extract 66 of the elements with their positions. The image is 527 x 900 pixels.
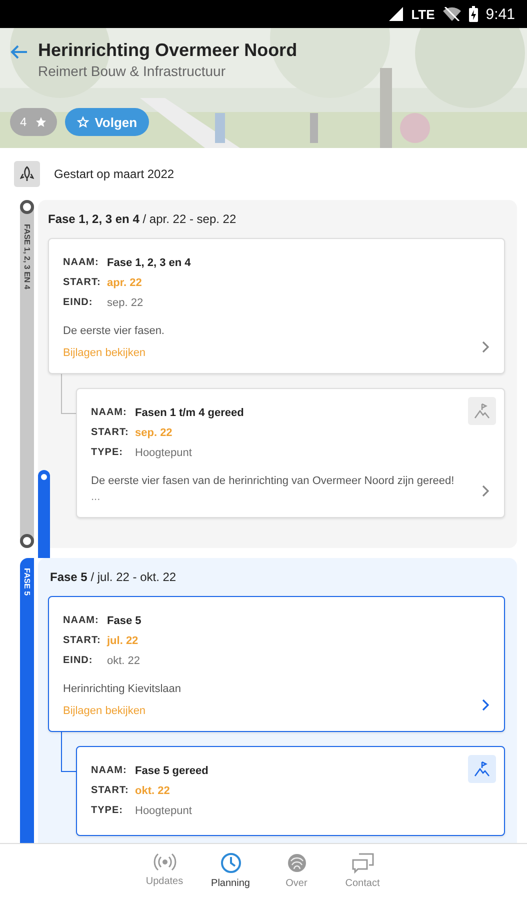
field-value: Fase 5 gereed bbox=[135, 764, 208, 779]
back-arrow-icon bbox=[10, 44, 28, 60]
nav-tab[interactable]: Contact bbox=[336, 852, 388, 900]
field-value: Fase 5 bbox=[107, 614, 142, 629]
nav-tab[interactable]: Over bbox=[270, 852, 322, 900]
clock-icon bbox=[220, 852, 242, 874]
field-label: TYPE: bbox=[91, 804, 124, 818]
phase-card[interactable]: NAAM: Fase 1, 2, 3 en 4 START: apr. 22 EIND: sep. 22 De eerste vier fasen. Bijlagen bekijken bbox=[48, 238, 505, 374]
star-outline-icon bbox=[76, 116, 89, 128]
field-label: TYPE: bbox=[91, 446, 124, 460]
milestone-card[interactable]: NAAM: Fase 5 gereed START: okt. 22 TYPE: Hoogtepunt bbox=[76, 746, 505, 836]
attachments-link[interactable]: Bijlagen bekijken bbox=[63, 705, 146, 717]
phase-card[interactable]: NAAM: Fase 5 START: jul. 22 EIND: okt. 22 Herinrichting Kievitslaan Bijlagen bekijken bbox=[48, 596, 505, 732]
nav-tab[interactable]: Updates bbox=[138, 852, 190, 900]
network-type: LTE bbox=[411, 6, 435, 22]
field-value: jul. 22 bbox=[107, 634, 138, 649]
field-label: START: bbox=[63, 634, 102, 648]
field-label: NAAM: bbox=[63, 614, 100, 628]
fingerprint-icon bbox=[286, 852, 308, 874]
broadcast-icon bbox=[152, 852, 176, 872]
project-title: Herinrichting Overmeer Noord bbox=[38, 40, 298, 61]
chat-icon bbox=[350, 852, 374, 874]
clock-time: 9:41 bbox=[486, 6, 515, 22]
field-value: okt. 22 bbox=[135, 784, 170, 799]
star-icon bbox=[34, 116, 47, 128]
phase-title: Fase 5 / jul. 22 - okt. 22 bbox=[50, 570, 178, 584]
field-value: okt. 22 bbox=[107, 654, 140, 669]
card-description: Herinrichting Kievitslaan bbox=[63, 683, 182, 695]
chevron-right-icon bbox=[482, 699, 490, 711]
field-label: START: bbox=[91, 784, 130, 798]
more-text: ... bbox=[91, 491, 102, 503]
rocket-icon bbox=[20, 166, 34, 182]
card-description: De eerste vier fasen van de herinrichting van Overmeer Noord zijn gereed! bbox=[91, 475, 456, 487]
flag-mountain-icon bbox=[474, 403, 490, 419]
phase-title: Fase 1, 2, 3 en 4 / apr. 22 - sep. 22 bbox=[48, 212, 238, 226]
start-date-text: Gestart op maart 2022 bbox=[54, 167, 174, 181]
field-label: START: bbox=[63, 276, 102, 290]
field-value: sep. 22 bbox=[107, 296, 144, 311]
nav-tab[interactable]: Planning bbox=[204, 852, 256, 900]
follow-button[interactable]: Volgen bbox=[64, 108, 150, 136]
chevron-right-icon bbox=[482, 485, 490, 497]
flag-mountain-icon bbox=[474, 761, 490, 777]
card-description: De eerste vier fasen. bbox=[63, 325, 166, 337]
field-value: Fasen 1 t/m 4 gereed bbox=[135, 406, 244, 421]
chevron-right-icon bbox=[482, 341, 490, 353]
attachments-link[interactable]: Bijlagen bekijken bbox=[63, 347, 146, 359]
field-label: START: bbox=[91, 426, 130, 440]
field-label: NAAM: bbox=[91, 406, 128, 420]
field-value: Hoogtepunt bbox=[135, 446, 192, 461]
rail-label: FASE 5 bbox=[22, 567, 32, 598]
wifi-off-icon bbox=[442, 7, 461, 21]
field-value: apr. 22 bbox=[107, 276, 142, 291]
field-value: Hoogtepunt bbox=[135, 804, 192, 819]
battery-charging-icon bbox=[468, 6, 478, 22]
timeline-node bbox=[20, 534, 34, 548]
project-subtitle: Reimert Bouw & Infrastructuur bbox=[38, 63, 227, 79]
timeline-node bbox=[20, 200, 34, 214]
rail-label: FASE 1, 2, 3 EN 4 bbox=[22, 223, 32, 292]
field-label: EIND: bbox=[63, 296, 94, 310]
milestone-card[interactable]: NAAM: Fasen 1 t/m 4 gereed START: sep. 22 TYPE: Hoogtepunt De eerste vier fasen van de herinrichting van Overmeer Noord zijn gereed! ... bbox=[76, 388, 505, 518]
signal-icon bbox=[389, 7, 404, 21]
field-value: sep. 22 bbox=[135, 426, 172, 441]
field-label: NAAM: bbox=[63, 256, 100, 270]
field-value: Fase 1, 2, 3 en 4 bbox=[107, 256, 191, 271]
field-label: NAAM: bbox=[91, 764, 128, 778]
field-label: EIND: bbox=[63, 654, 94, 668]
